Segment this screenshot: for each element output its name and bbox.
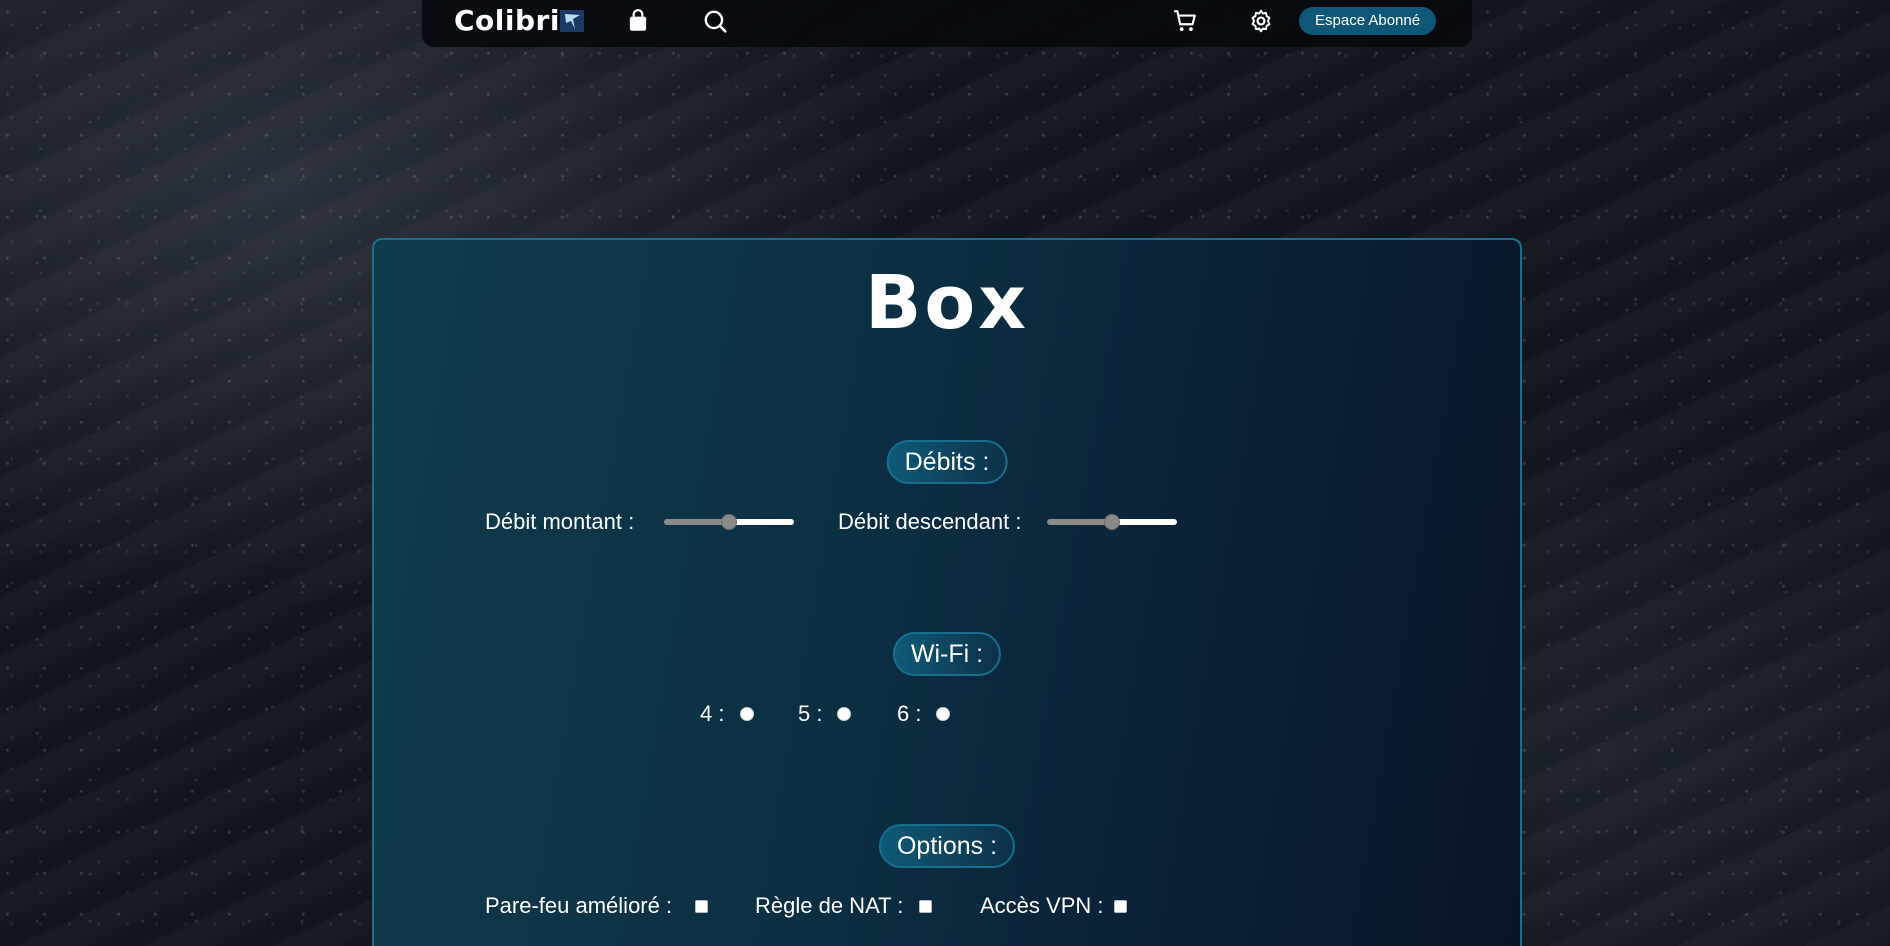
- nat-rule-label: Règle de NAT :: [755, 893, 904, 918]
- firewall-label: Pare-feu amélioré :: [485, 893, 673, 918]
- gear-icon[interactable]: [1248, 8, 1274, 34]
- upload-speed-label: Débit montant :: [485, 509, 635, 534]
- bag-icon[interactable]: [625, 8, 651, 34]
- download-speed-slider[interactable]: [1047, 513, 1177, 531]
- wifi-option-label: 6 :: [897, 701, 922, 726]
- wifi-option-label: 5 :: [798, 701, 823, 726]
- box-settings-panel: Box Débits : Débit montant : Débit desce…: [372, 238, 1522, 946]
- vpn-access-label: Accès VPN :: [980, 893, 1104, 918]
- wifi-6-radio[interactable]: [936, 707, 950, 721]
- slider-thumb[interactable]: [721, 514, 737, 530]
- site-logo[interactable]: Colibri: [454, 4, 560, 37]
- wifi-4-radio[interactable]: [740, 707, 754, 721]
- cart-icon[interactable]: [1172, 8, 1198, 34]
- section-heading-debits: Débits :: [886, 440, 1008, 484]
- download-speed-label: Débit descendant :: [838, 509, 1022, 534]
- wifi-5-radio[interactable]: [837, 707, 851, 721]
- slider-thumb[interactable]: [1104, 514, 1120, 530]
- logo-mark-icon: [560, 10, 584, 32]
- page-title: Box: [865, 260, 1029, 346]
- wifi-row: 4 : 5 : 6 :: [374, 699, 1520, 729]
- section-heading-options: Options :: [878, 824, 1016, 868]
- vpn-access-checkbox[interactable]: [1114, 900, 1127, 913]
- nat-rule-checkbox[interactable]: [919, 900, 932, 913]
- options-row: Pare-feu amélioré : Règle de NAT : Accès…: [374, 891, 1520, 921]
- firewall-checkbox[interactable]: [695, 900, 708, 913]
- search-icon[interactable]: [702, 8, 728, 34]
- wifi-option-label: 4 :: [700, 701, 725, 726]
- section-heading-wifi: Wi-Fi :: [892, 632, 1002, 676]
- upload-speed-slider[interactable]: [664, 513, 794, 531]
- top-navigation-bar: Colibri Espace Abonné: [422, 0, 1472, 47]
- subscriber-space-button[interactable]: Espace Abonné: [1299, 7, 1437, 35]
- debits-row: Débit montant : Débit descendant :: [374, 507, 1520, 537]
